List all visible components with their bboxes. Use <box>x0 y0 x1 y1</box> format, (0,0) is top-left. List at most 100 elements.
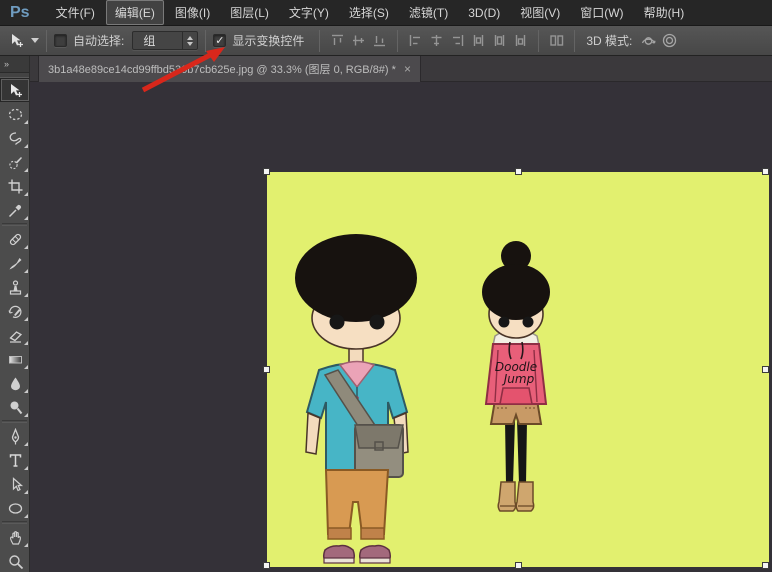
tool-blur[interactable] <box>0 371 30 395</box>
document-tab-title: 3b1a48e89ce14cd99ffbd536b7cb625e.jpg @ 3… <box>48 61 396 77</box>
tool-brush[interactable] <box>0 251 30 275</box>
show-transform-label: 显示变换控件 <box>232 32 304 49</box>
tool-type[interactable] <box>0 448 30 472</box>
elliptical-marquee-icon <box>7 106 24 123</box>
options-divider <box>574 30 575 52</box>
transform-handle-top-right[interactable] <box>762 168 769 175</box>
pen-icon <box>7 428 24 445</box>
auto-select-target-value: 组 <box>133 32 182 49</box>
options-bar: 自动选择: 组 ✓ 显示变换控件 3D 模式: <box>0 26 772 56</box>
document-tab[interactable]: 3b1a48e89ce14cd99ffbd536b7cb625e.jpg @ 3… <box>38 56 421 82</box>
transform-handle-top-center[interactable] <box>515 168 522 175</box>
align-horizontal-centers-icon[interactable] <box>428 32 445 49</box>
distribute-spacing-icon[interactable] <box>548 32 565 49</box>
tool-ellipse-shape[interactable] <box>0 496 30 520</box>
hand-icon <box>7 529 24 546</box>
menu-file[interactable]: 文件(F) <box>47 0 104 25</box>
auto-select-checkbox[interactable] <box>54 34 67 47</box>
tool-preset-caret-icon[interactable] <box>31 38 39 43</box>
options-divider <box>46 30 47 52</box>
menu-help[interactable]: 帮助(H) <box>635 0 694 25</box>
menu-edit[interactable]: 编辑(E) <box>106 0 164 25</box>
menu-view[interactable]: 视图(V) <box>511 0 569 25</box>
path-selection-icon <box>7 476 24 493</box>
transform-handle-bottom-left[interactable] <box>263 562 270 569</box>
dropdown-spinner-icon[interactable] <box>182 32 197 49</box>
tool-path-selection[interactable] <box>0 472 30 496</box>
options-divider <box>397 30 398 52</box>
tool-hand[interactable] <box>0 525 30 549</box>
align-top-edges-icon[interactable] <box>329 32 346 49</box>
brush-icon <box>7 255 24 272</box>
tools-panel: » <box>0 56 30 572</box>
quick-selection-icon <box>7 154 24 171</box>
menu-3d[interactable]: 3D(D) <box>459 2 509 24</box>
menu-layer[interactable]: 图层(L) <box>221 0 278 25</box>
distribute-top-edges-icon[interactable] <box>470 32 487 49</box>
hoodie-text-line2: Jump <box>502 372 535 386</box>
tool-gradient[interactable] <box>0 347 30 371</box>
tab-close-icon[interactable]: × <box>404 63 411 75</box>
transform-handle-middle-right[interactable] <box>762 366 769 373</box>
tool-group-divider <box>2 223 27 226</box>
canvas-workspace[interactable]: Doodle Jump <box>30 82 772 572</box>
document-image[interactable]: Doodle Jump <box>267 172 769 567</box>
current-tool-preview <box>8 32 39 49</box>
3d-rotate-icon[interactable] <box>640 32 657 49</box>
options-divider <box>319 30 320 52</box>
tool-crop[interactable] <box>0 174 30 198</box>
tool-elliptical-marquee[interactable] <box>0 102 30 126</box>
girl-figure: Doodle Jump <box>482 241 550 511</box>
tool-group-divider <box>2 420 27 423</box>
tool-move[interactable] <box>0 78 30 102</box>
options-divider <box>205 30 206 52</box>
3d-mode-label: 3D 模式: <box>586 32 632 49</box>
photoshop-logo: Ps <box>10 4 30 22</box>
menu-select[interactable]: 选择(S) <box>340 0 398 25</box>
tool-clone-stamp[interactable] <box>0 275 30 299</box>
distribute-vertical-centers-icon[interactable] <box>491 32 508 49</box>
tool-lasso[interactable] <box>0 126 30 150</box>
transform-handle-top-left[interactable] <box>263 168 270 175</box>
dodge-icon <box>7 399 24 416</box>
3d-roll-icon[interactable] <box>661 32 678 49</box>
distribute-bottom-edges-icon[interactable] <box>512 32 529 49</box>
align-right-edges-icon[interactable] <box>449 32 466 49</box>
history-brush-icon <box>7 303 24 320</box>
auto-select-target-dropdown[interactable]: 组 <box>132 31 198 50</box>
photoshop-window: Ps 文件(F) 编辑(E) 图像(I) 图层(L) 文字(Y) 选择(S) 滤… <box>0 0 772 572</box>
transform-handle-bottom-center[interactable] <box>515 562 522 569</box>
tool-healing-brush[interactable] <box>0 227 30 251</box>
crop-icon <box>7 178 24 195</box>
transform-handle-bottom-right[interactable] <box>762 562 769 569</box>
tool-pen[interactable] <box>0 424 30 448</box>
canvas-artwork: Doodle Jump <box>267 172 769 567</box>
eyedropper-icon <box>7 202 24 219</box>
ellipse-shape-icon <box>7 500 24 517</box>
type-icon <box>7 452 24 469</box>
blur-icon <box>7 375 24 392</box>
options-divider <box>538 30 539 52</box>
gradient-icon <box>7 351 24 368</box>
tool-eraser[interactable] <box>0 323 30 347</box>
menu-image[interactable]: 图像(I) <box>166 0 219 25</box>
tools-panel-collapse-icon[interactable]: » <box>0 56 29 73</box>
transform-handle-middle-left[interactable] <box>263 366 270 373</box>
lasso-icon <box>7 130 24 147</box>
auto-select-label: 自动选择: <box>73 32 124 49</box>
tool-dodge[interactable] <box>0 395 30 419</box>
align-bottom-edges-icon[interactable] <box>371 32 388 49</box>
align-vertical-centers-icon[interactable] <box>350 32 367 49</box>
healing-brush-icon <box>7 231 24 248</box>
menu-type[interactable]: 文字(Y) <box>280 0 338 25</box>
tool-zoom[interactable] <box>0 549 30 572</box>
show-transform-checkbox[interactable]: ✓ <box>213 34 226 47</box>
tool-eyedropper[interactable] <box>0 198 30 222</box>
tool-quick-selection[interactable] <box>0 150 30 174</box>
align-left-edges-icon[interactable] <box>407 32 424 49</box>
menu-filter[interactable]: 滤镜(T) <box>400 0 457 25</box>
tool-history-brush[interactable] <box>0 299 30 323</box>
boy-figure <box>295 234 417 563</box>
menu-window[interactable]: 窗口(W) <box>571 0 632 25</box>
zoom-icon <box>7 553 24 570</box>
